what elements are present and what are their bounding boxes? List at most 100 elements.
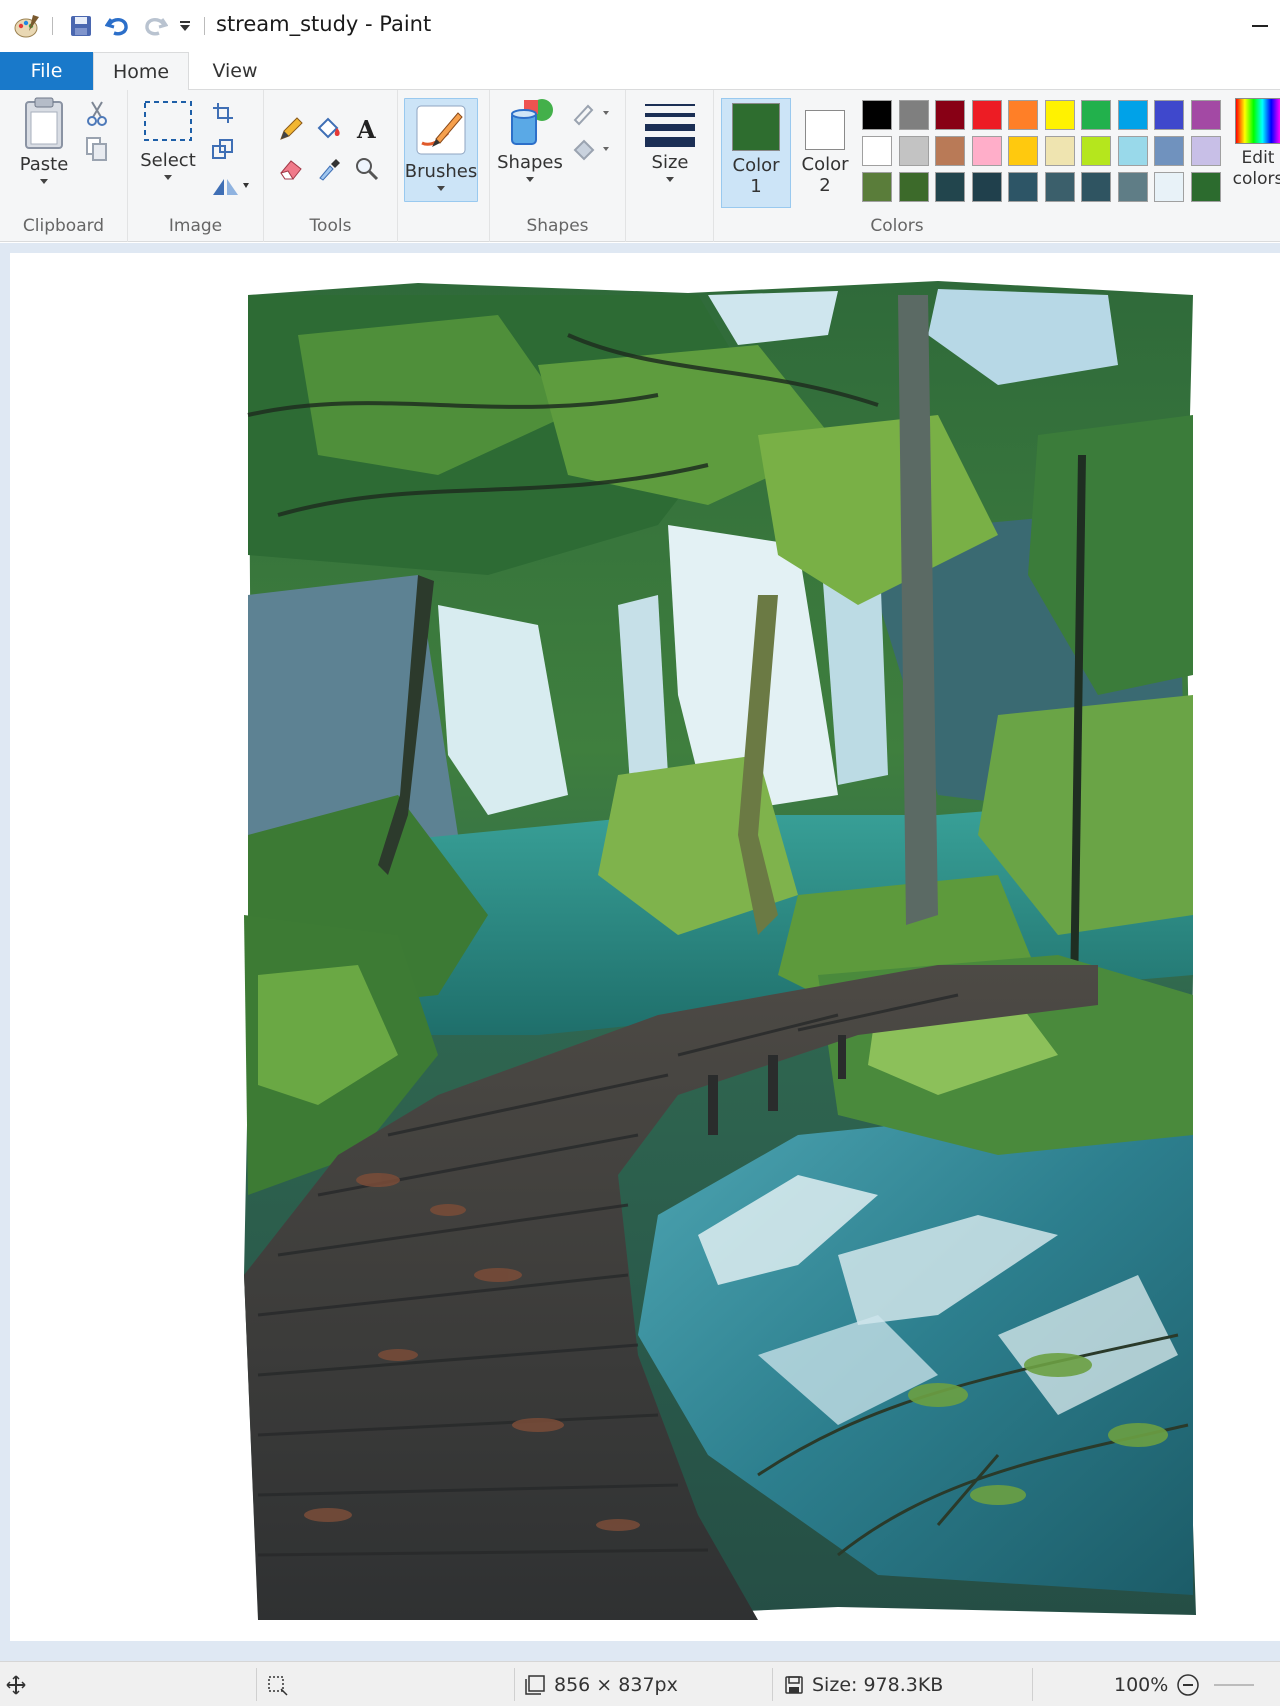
- painting-stream-boardwalk: [244, 281, 1196, 1620]
- title-bar: stream_study - Paint: [0, 0, 1280, 52]
- file-size: Size: 978.3KB: [784, 1662, 943, 1706]
- paste-button[interactable]: Paste: [12, 96, 76, 184]
- zoom-slider[interactable]: [1214, 1683, 1255, 1686]
- copy-icon[interactable]: [82, 134, 112, 164]
- save-icon[interactable]: [66, 10, 96, 42]
- resize-icon[interactable]: [208, 134, 238, 164]
- palette-swatch[interactable]: [1044, 136, 1075, 166]
- cursor-position: [6, 1662, 26, 1706]
- outline-icon[interactable]: [570, 98, 614, 128]
- color-spectrum-icon: [1235, 98, 1280, 144]
- window-title: stream_study - Paint: [216, 12, 432, 36]
- palette-swatch[interactable]: [862, 172, 892, 202]
- ribbon: Paste Clipboard Select Image A Tools Bru…: [0, 90, 1280, 242]
- minimize-icon: [1252, 25, 1268, 27]
- palette-swatch[interactable]: [898, 136, 929, 166]
- drawing-canvas[interactable]: [10, 253, 1280, 1641]
- undo-icon[interactable]: [103, 10, 133, 42]
- color1-label-line2: 1: [750, 176, 762, 197]
- palette-swatch[interactable]: [935, 100, 965, 130]
- select-dropdown-icon[interactable]: [164, 175, 172, 180]
- palette-swatch[interactable]: [1117, 136, 1148, 166]
- brushes-group: Brushes: [398, 90, 490, 242]
- brushes-dropdown-icon: [437, 186, 445, 191]
- shapes-dropdown-icon[interactable]: [526, 177, 534, 182]
- color2-button[interactable]: Color 2: [794, 98, 856, 196]
- redo-icon[interactable]: [140, 10, 170, 42]
- zoom-level: 100%: [1114, 1673, 1169, 1696]
- qat-separator: [50, 10, 54, 42]
- image-group: Select Image: [128, 90, 264, 242]
- paste-label: Paste: [19, 154, 69, 175]
- palette-swatch[interactable]: [862, 100, 892, 130]
- palette-swatch[interactable]: [935, 136, 965, 166]
- rotate-icon[interactable]: [208, 170, 252, 200]
- palette-swatch[interactable]: [1044, 100, 1075, 130]
- file-size-text: Size: 978.3KB: [812, 1673, 944, 1696]
- palette-swatch[interactable]: [1190, 172, 1221, 202]
- palette-swatch[interactable]: [971, 172, 1002, 202]
- palette-swatch[interactable]: [971, 136, 1002, 166]
- brushes-button[interactable]: Brushes: [404, 98, 478, 202]
- palette-swatch[interactable]: [1008, 100, 1038, 130]
- selection-size: [266, 1662, 288, 1706]
- paint-app-icon[interactable]: [12, 10, 42, 42]
- clipboard-group-label: Clipboard: [22, 216, 105, 236]
- palette-swatch[interactable]: [1081, 172, 1111, 202]
- shapes-icon: [511, 99, 553, 145]
- palette-swatch[interactable]: [898, 100, 929, 130]
- paste-dropdown-icon[interactable]: [40, 179, 48, 184]
- palette-swatch[interactable]: [1154, 100, 1184, 130]
- eraser-icon[interactable]: [276, 154, 306, 184]
- status-separator: [772, 1668, 773, 1701]
- fill-style-icon[interactable]: [570, 134, 614, 164]
- colors-group: Color 1 Color 2 Edit colors Colors: [714, 90, 1280, 242]
- status-bar: 856 × 837px Size: 978.3KB 100%: [0, 1661, 1280, 1706]
- select-button[interactable]: Select: [136, 96, 200, 180]
- palette-swatch[interactable]: [1154, 172, 1184, 202]
- pencil-icon[interactable]: [276, 114, 306, 144]
- color1-label: Color 1: [733, 155, 780, 197]
- zoom-out-icon[interactable]: [1176, 1673, 1200, 1697]
- tab-view[interactable]: View: [190, 52, 280, 90]
- palette-swatch[interactable]: [971, 100, 1002, 130]
- customize-qat-icon[interactable]: [176, 10, 194, 42]
- size-button[interactable]: Size: [636, 96, 704, 182]
- color-picker-icon[interactable]: [314, 154, 344, 184]
- crop-icon[interactable]: [208, 98, 238, 128]
- palette-swatch[interactable]: [1190, 100, 1221, 130]
- file-size-icon: [785, 1675, 803, 1694]
- minimize-button[interactable]: [1240, 8, 1280, 44]
- palette-swatch[interactable]: [862, 136, 892, 166]
- edit-colors-button[interactable]: Edit colors: [1228, 98, 1280, 190]
- text-icon[interactable]: A: [352, 114, 382, 144]
- palette-swatch[interactable]: [1008, 172, 1038, 202]
- color1-swatch: [732, 103, 780, 151]
- color1-button[interactable]: Color 1: [721, 98, 791, 208]
- palette-swatch[interactable]: [935, 172, 965, 202]
- tools-group-label: Tools: [309, 216, 352, 236]
- palette-swatch[interactable]: [1081, 100, 1111, 130]
- size-dropdown-icon[interactable]: [666, 177, 674, 182]
- palette-swatch[interactable]: [1044, 172, 1075, 202]
- image-dimensions: 856 × 837px: [524, 1662, 678, 1706]
- tab-file[interactable]: File: [0, 52, 93, 90]
- clipboard-group: Paste Clipboard: [0, 90, 128, 242]
- fill-icon[interactable]: [314, 114, 344, 144]
- tab-home[interactable]: Home: [93, 52, 189, 91]
- palette-swatch[interactable]: [1117, 100, 1148, 130]
- palette-swatch[interactable]: [1190, 136, 1221, 166]
- zoom-control: 100%: [1114, 1662, 1255, 1706]
- size-label: Size: [651, 152, 689, 173]
- palette-swatch[interactable]: [898, 172, 929, 202]
- shapes-button[interactable]: Shapes: [494, 96, 566, 182]
- palette-swatch[interactable]: [1154, 136, 1184, 166]
- svg-text:A: A: [356, 116, 376, 142]
- palette-swatch[interactable]: [1008, 136, 1038, 166]
- palette-swatch[interactable]: [1117, 172, 1148, 202]
- palette-swatch[interactable]: [1081, 136, 1111, 166]
- color2-label-line2: 2: [819, 175, 831, 196]
- edit-colors-label-line1: Edit: [1241, 148, 1275, 168]
- magnifier-icon[interactable]: [352, 154, 382, 184]
- cut-icon[interactable]: [82, 98, 112, 128]
